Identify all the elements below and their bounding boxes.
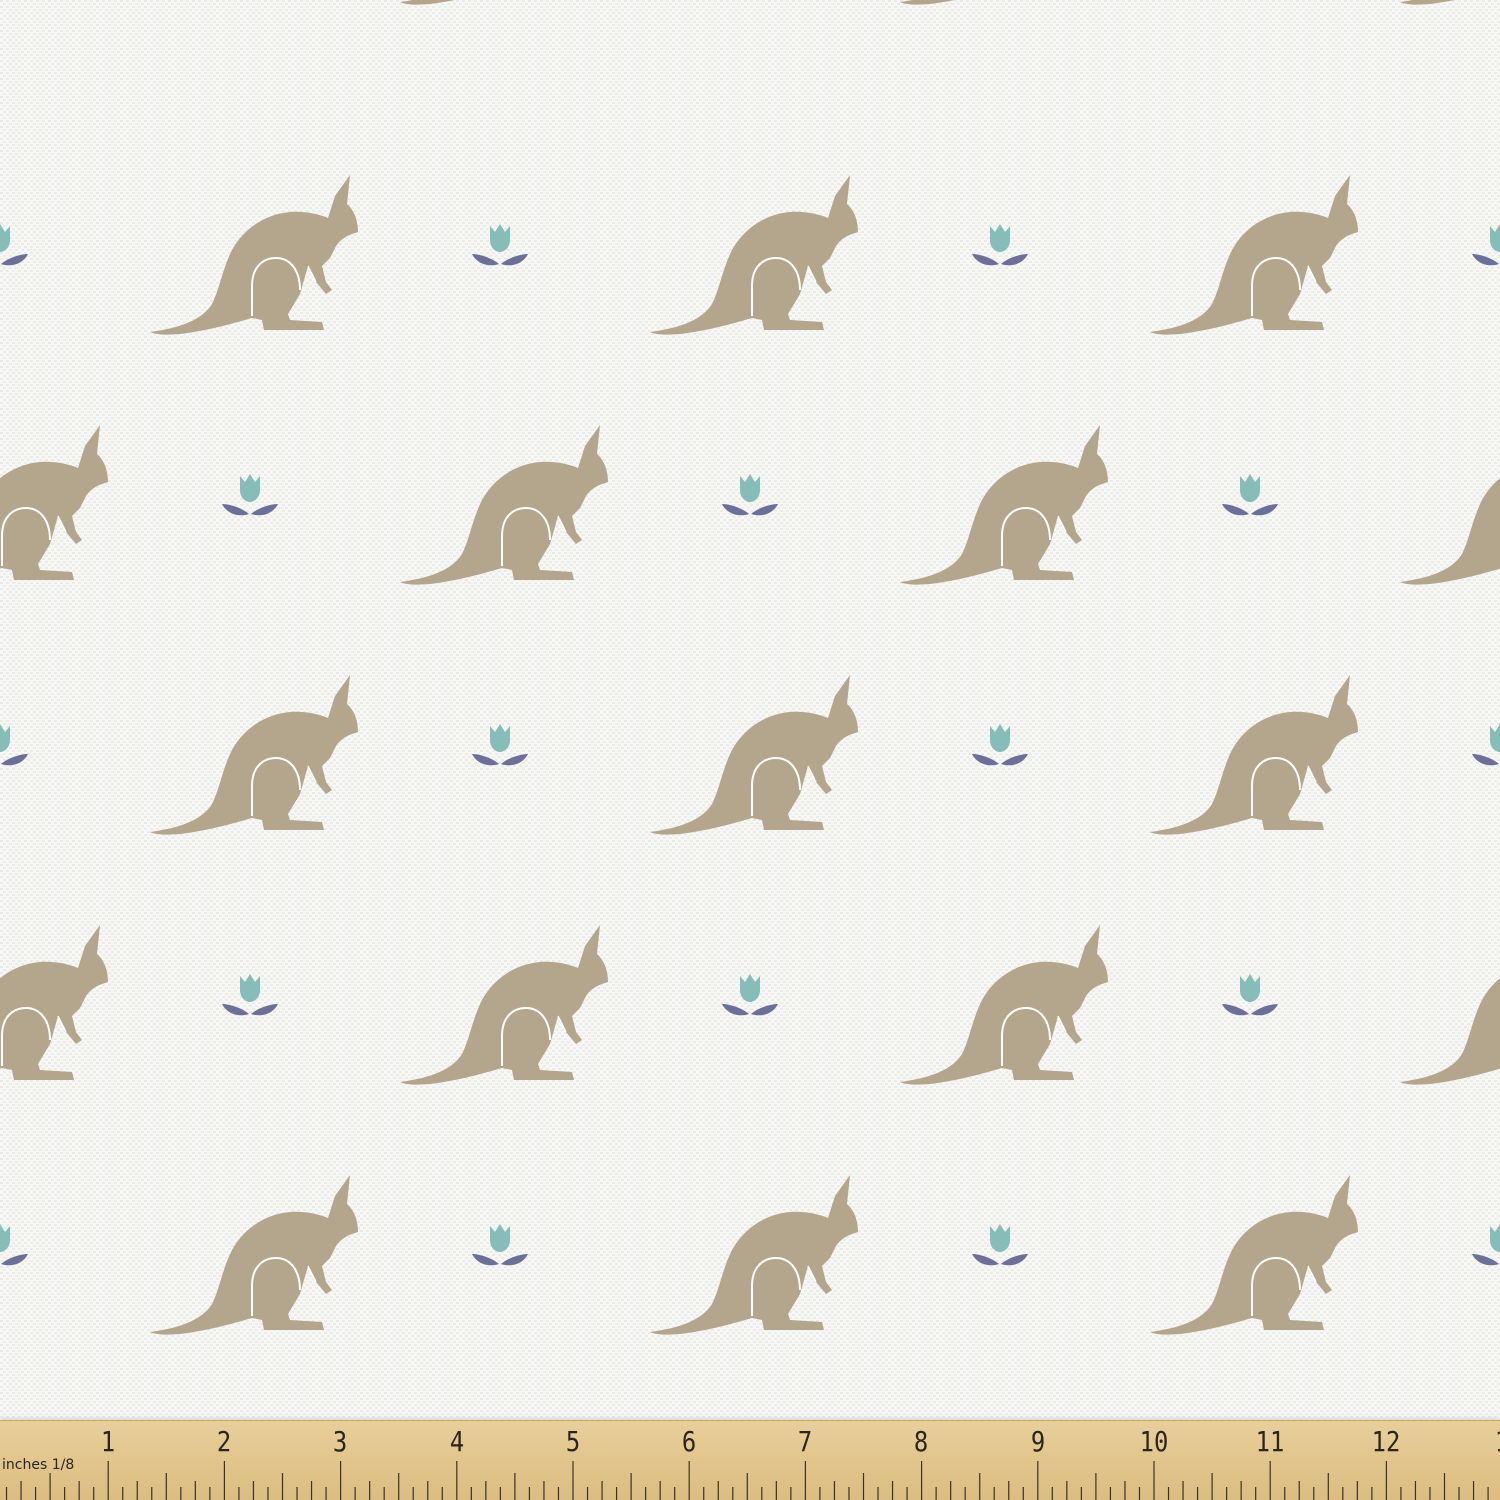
ruler-number: 6 [681,1425,697,1458]
ruler-number: 10 [1139,1425,1169,1458]
ruler-number: 7 [798,1425,813,1458]
fabric-swatch: 1234567891011121 inches 1/8 [0,0,1500,1500]
ruler-number: 2 [217,1425,232,1458]
ruler-number: 1 [100,1425,116,1458]
ruler-fraction-text: 1/8 [51,1457,75,1473]
ruler-number: 11 [1255,1425,1285,1458]
measuring-ruler: 1234567891011121 inches 1/8 [0,1420,1500,1500]
ruler-unit-label: inches 1/8 [2,1457,74,1473]
ruler-number: 12 [1371,1425,1401,1458]
ruler-number: 1 [1495,1425,1500,1458]
ruler-number: 3 [333,1425,348,1458]
ruler-number: 9 [1030,1425,1045,1458]
ruler-number: 4 [449,1425,464,1458]
ruler-unit-text: inches [2,1457,48,1473]
ruler-number: 8 [914,1425,929,1458]
ruler-number: 5 [565,1425,580,1458]
kangaroo-pattern [0,0,1500,1420]
